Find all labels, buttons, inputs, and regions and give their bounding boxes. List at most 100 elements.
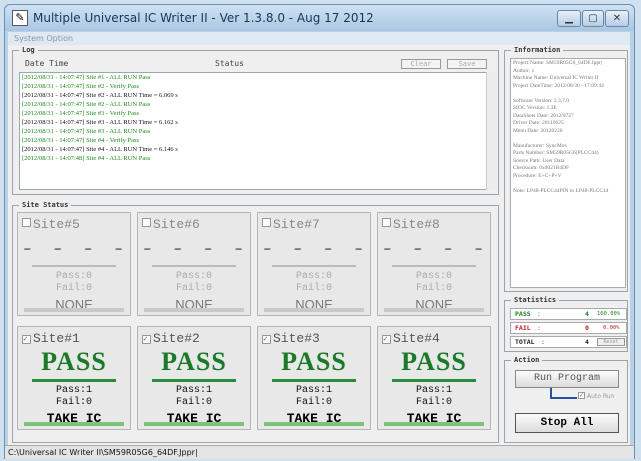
checkbox-icon[interactable] xyxy=(142,218,151,227)
log-line: [2012/08/31 - 14:07:47] Site #4 - ALL RU… xyxy=(22,146,178,153)
stat-pass-row: PASS : 4 100.00% xyxy=(510,308,627,320)
site-result: PASS xyxy=(41,347,107,376)
site-checkbox[interactable]: Site#6 xyxy=(142,217,200,232)
site-pass-count: Pass:1 xyxy=(415,385,452,396)
log-scrollbar[interactable] xyxy=(486,72,496,190)
stat-fail-row: FAIL : 0 0.00% xyxy=(510,322,627,334)
log-col-status: Status xyxy=(215,59,244,68)
site-pass-count: Pass:0 xyxy=(415,271,452,282)
log-line: [2012/08/31 - 14:07:47] Site #1 - ALL RU… xyxy=(22,74,151,81)
log-line: [2012/08/31 - 14:07:47] Site #2 - Verify… xyxy=(22,83,140,90)
site-pass-count: Pass:1 xyxy=(295,385,332,396)
checkbox-icon[interactable] xyxy=(382,218,391,227)
log-line: [2012/08/31 - 14:07:47] Site #3 - ALL RU… xyxy=(22,128,151,135)
site-name: Site#3 xyxy=(273,331,320,346)
information-text[interactable]: Project Name: SM59R05G6_64DF.Jppr| Author… xyxy=(510,58,626,288)
checkbox-icon[interactable]: ✓ xyxy=(142,335,151,344)
reset-button[interactable]: Reset xyxy=(597,338,625,346)
stop-all-button[interactable]: Stop All xyxy=(515,413,619,433)
log-line: [2012/08/31 - 14:07:47] Site #3 - Verify… xyxy=(22,110,140,117)
info-line xyxy=(513,90,623,98)
site-result: - - - - xyxy=(380,237,488,262)
log-col-datetime: Date Time xyxy=(25,59,69,68)
site-name: Site#6 xyxy=(153,217,200,232)
site-fail-count: Fail:0 xyxy=(415,397,452,408)
status-bar: C:\Universal IC Writer II\SM59R05G6_64DF… xyxy=(5,445,634,459)
site-fail-count: Fail:0 xyxy=(415,283,452,294)
site-progress-bar xyxy=(144,308,244,312)
checkbox-icon[interactable] xyxy=(22,218,31,227)
minimize-icon[interactable]: ▁ xyxy=(557,10,581,27)
information-group: Information Project Name: SM59R05G6_64DF… xyxy=(504,46,628,292)
action-title: Action xyxy=(511,356,543,365)
log-line: [2012/08/31 - 14:07:47] Site #3 - ALL RU… xyxy=(22,119,178,126)
stat-fail-count: 0 xyxy=(585,324,589,332)
site-checkbox[interactable]: Site#7 xyxy=(262,217,320,232)
site-result: - - - - xyxy=(260,237,368,262)
stat-fail-pct: 0.00% xyxy=(603,325,620,331)
checkbox-icon[interactable]: ✓ xyxy=(22,335,31,344)
log-group: Log Date Time Status Clear Save [2012/08… xyxy=(12,46,499,195)
info-line: Author: 1 xyxy=(513,67,535,74)
site-result: - - - - xyxy=(20,237,128,262)
site-progress-bar xyxy=(264,308,364,312)
site-progress-bar xyxy=(384,422,484,426)
clear-log-button[interactable]: Clear xyxy=(401,59,441,69)
site-pass-count: Pass:0 xyxy=(175,271,212,282)
log-line: [2012/08/31 - 14:07:47] Site #2 - ALL RU… xyxy=(22,101,151,108)
save-log-button[interactable]: Save xyxy=(447,59,487,69)
info-line xyxy=(513,135,623,143)
result-underline xyxy=(32,379,116,382)
info-line: Note: LP48-PLCC44PIN to LP48-PLCC44 xyxy=(513,187,609,194)
site-progress-bar xyxy=(24,422,124,426)
log-line: [2012/08/31 - 14:07:48] Site #4 - ALL RU… xyxy=(22,155,151,162)
info-line xyxy=(513,180,623,188)
client-area: Log Date Time Status Clear Save [2012/08… xyxy=(8,45,630,445)
site-checkbox[interactable]: ✓ Site#4 xyxy=(382,331,440,346)
site-result: PASS xyxy=(161,347,227,376)
app-icon: ✎ xyxy=(12,10,28,26)
close-icon[interactable]: ✕ xyxy=(605,10,629,27)
info-line: Parts Number: SM59R05G6(PLCC44) xyxy=(513,150,599,156)
connector-line xyxy=(550,397,577,399)
site-panel: ✓ Site#3 PASS Pass:1 Fail:0 TAKE IC xyxy=(257,326,371,430)
site-name: Site#5 xyxy=(33,217,80,232)
info-line: Project Name: SM59R05G6_64DF.Jppr| xyxy=(513,60,603,66)
site-panel: ✓ Site#2 PASS Pass:1 Fail:0 TAKE IC xyxy=(137,326,251,430)
stat-total-row: TOTAL : 4 Reset xyxy=(510,336,627,348)
menu-bar[interactable]: System Option xyxy=(8,32,630,45)
site-panel: ✓ Site#1 PASS Pass:1 Fail:0 TAKE IC xyxy=(17,326,131,430)
info-line: Machine Name: Universal IC Writer II xyxy=(513,75,599,81)
statistics-title: Statistics xyxy=(511,296,560,305)
site-checkbox[interactable]: Site#5 xyxy=(22,217,80,232)
info-line: DataSheet Date: 2012/0727 xyxy=(513,112,574,119)
site-panel: ✓ Site#4 PASS Pass:1 Fail:0 TAKE IC xyxy=(377,326,491,430)
result-underline xyxy=(152,265,236,267)
site-panel: Site#5 - - - - Pass:0 Fail:0 NONE xyxy=(17,212,131,316)
site-fail-count: Fail:0 xyxy=(55,397,92,408)
log-list[interactable]: [2012/08/31 - 14:07:47] Site #1 - ALL RU… xyxy=(19,72,493,190)
site-checkbox[interactable]: ✓ Site#3 xyxy=(262,331,320,346)
result-underline xyxy=(272,379,356,382)
checkbox-icon[interactable]: ✓ xyxy=(262,335,271,344)
site-progress-bar xyxy=(264,422,364,426)
maximize-icon[interactable]: ▢ xyxy=(582,10,604,27)
site-checkbox[interactable]: ✓ Site#1 xyxy=(22,331,80,346)
info-line: Driver Date: 20110625 xyxy=(513,120,564,126)
log-group-title: Log xyxy=(19,46,38,55)
site-pass-count: Pass:0 xyxy=(295,271,332,282)
checkbox-icon[interactable] xyxy=(262,218,271,227)
site-checkbox[interactable]: ✓ Site#2 xyxy=(142,331,200,346)
info-line: Software Version: 2.3.7.0 xyxy=(513,97,569,104)
result-underline xyxy=(32,265,116,267)
site-pass-count: Pass:0 xyxy=(55,271,92,282)
auto-run-checkbox[interactable]: ✓ Auto Run xyxy=(578,392,614,400)
site-panel: Site#6 - - - - Pass:0 Fail:0 NONE xyxy=(137,212,251,316)
title-bar[interactable]: ✎ Multiple Universal IC Writer II - Ver … xyxy=(5,5,634,31)
stat-pass-pct: 100.00% xyxy=(597,311,621,317)
run-program-button[interactable]: Run Program xyxy=(515,370,619,388)
checkbox-icon[interactable]: ✓ xyxy=(382,335,391,344)
site-name: Site#1 xyxy=(33,331,80,346)
site-checkbox[interactable]: Site#8 xyxy=(382,217,440,232)
site-result: - - - - xyxy=(140,237,248,262)
